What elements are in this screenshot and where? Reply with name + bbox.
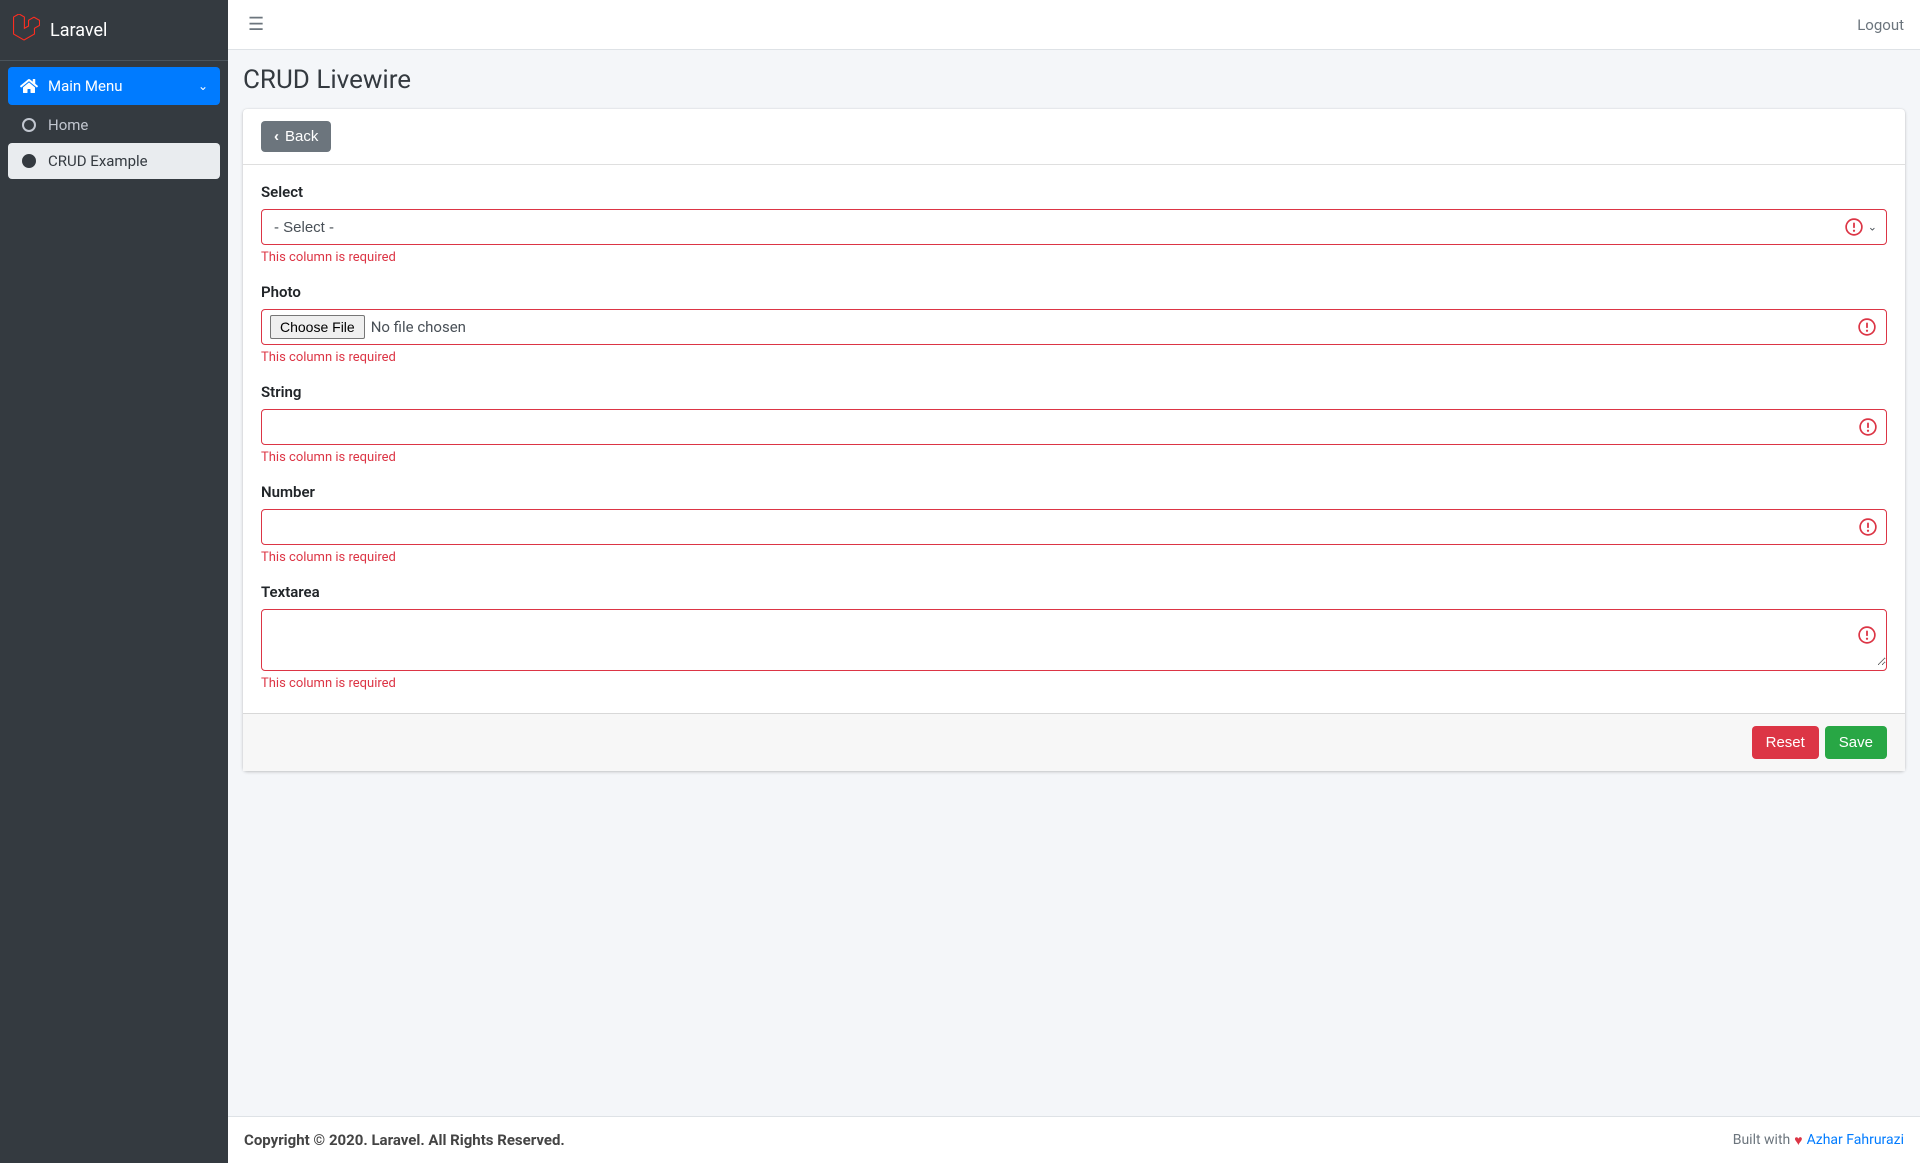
heart-icon: ♥ [1794, 1132, 1802, 1149]
reset-button[interactable]: Reset [1752, 726, 1819, 759]
save-button[interactable]: Save [1825, 726, 1887, 759]
field-select: Select - Select - ⌄ [261, 183, 1887, 265]
brand-text: Laravel [50, 20, 107, 41]
circle-icon [22, 118, 36, 132]
sidebar-item-home[interactable]: Home [8, 107, 220, 143]
field-textarea: Textarea This column is required [261, 583, 1887, 691]
error-icon [1858, 318, 1876, 336]
textarea-input[interactable] [262, 610, 1886, 666]
textarea-label: Textarea [261, 583, 1887, 601]
select-label: Select [261, 183, 1887, 201]
string-input[interactable] [274, 417, 1850, 437]
sidebar-nav: Main Menu ⌄ Home CRUD Example [0, 61, 228, 185]
card-header: ‹ Back [243, 109, 1905, 165]
logout-link[interactable]: Logout [1857, 16, 1904, 34]
select-input[interactable]: - Select - [274, 217, 1874, 237]
field-number: Number This column is required [261, 483, 1887, 565]
home-icon [20, 77, 38, 95]
sidebar-main-menu[interactable]: Main Menu ⌄ [8, 67, 220, 105]
circle-icon [22, 154, 36, 168]
number-input[interactable] [274, 517, 1850, 537]
number-label: Number [261, 483, 1887, 501]
field-string: String This column is required [261, 383, 1887, 465]
sidebar: Laravel Main Menu ⌄ Home CRUD Example [0, 0, 228, 1163]
brand[interactable]: Laravel [0, 0, 228, 61]
footer-copyright: Copyright © 2020. Laravel. All Rights Re… [244, 1131, 565, 1149]
form-card: ‹ Back Select - Select - [243, 109, 1905, 771]
laravel-logo-icon [12, 14, 50, 46]
photo-label: Photo [261, 283, 1887, 301]
sidebar-main-menu-label: Main Menu [48, 77, 198, 95]
string-label: String [261, 383, 1887, 401]
choose-file-button[interactable]: Choose File [270, 315, 365, 339]
page-title: CRUD Livewire [243, 65, 1905, 95]
field-photo: Photo Choose File No file chosen This co… [261, 283, 1887, 365]
back-button[interactable]: ‹ Back [261, 121, 331, 152]
page-footer: Copyright © 2020. Laravel. All Rights Re… [228, 1116, 1920, 1163]
sidebar-item-crud-example[interactable]: CRUD Example [8, 143, 220, 179]
back-button-label: Back [285, 128, 318, 145]
card-body: Select - Select - ⌄ [243, 165, 1905, 713]
chevron-left-icon: ‹ [274, 128, 279, 145]
topbar: ☰ Logout [228, 0, 1920, 50]
main-content: ☰ Logout CRUD Livewire ‹ Back Select [228, 0, 1920, 1163]
error-icon [1845, 218, 1863, 236]
footer-author-link[interactable]: Azhar Fahrurazi [1807, 1132, 1904, 1148]
select-error: This column is required [261, 250, 1887, 265]
error-icon [1859, 518, 1877, 536]
string-error: This column is required [261, 450, 1887, 465]
photo-input[interactable]: Choose File No file chosen [261, 309, 1887, 345]
hamburger-icon[interactable]: ☰ [244, 10, 268, 39]
number-error: This column is required [261, 550, 1887, 565]
textarea-error: This column is required [261, 676, 1887, 691]
card-footer: Reset Save [243, 713, 1905, 771]
error-icon [1858, 626, 1876, 644]
footer-credits: Built with ♥ Azhar Fahrurazi [1733, 1132, 1904, 1149]
sidebar-item-label: Home [48, 116, 88, 134]
photo-error: This column is required [261, 350, 1887, 365]
sidebar-item-label: CRUD Example [48, 152, 148, 170]
error-icon [1859, 418, 1877, 436]
chevron-down-icon: ⌄ [198, 79, 208, 93]
file-chosen-text: No file chosen [371, 318, 466, 336]
